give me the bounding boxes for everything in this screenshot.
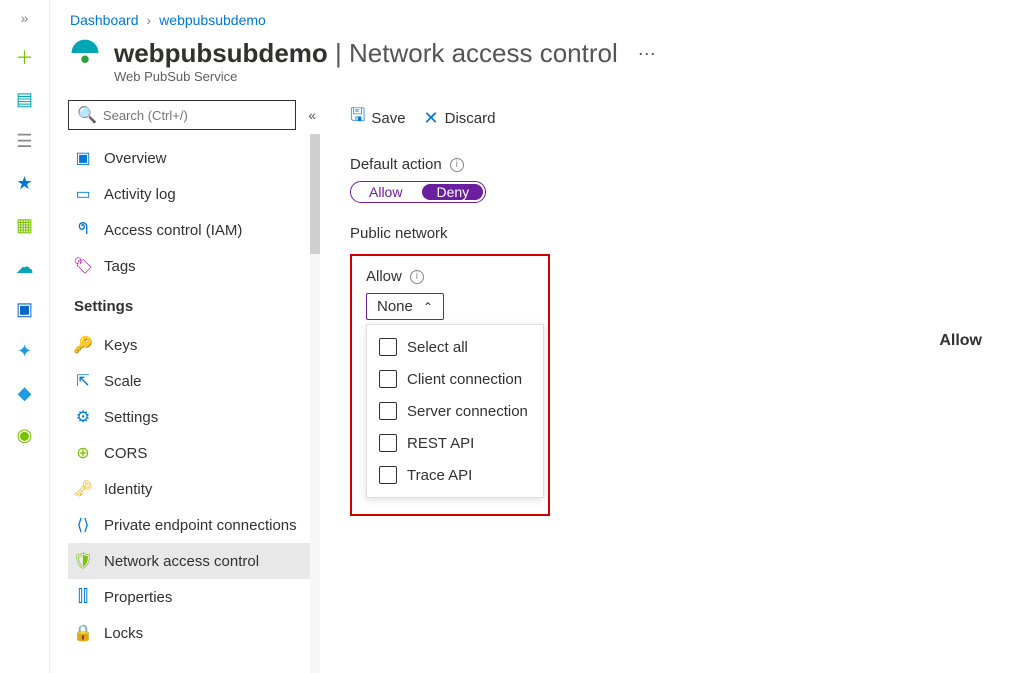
nav-properties[interactable]: ⫿⫿Properties xyxy=(68,579,320,615)
identity-icon: 🗝 xyxy=(74,480,92,498)
nav-scale[interactable]: ⇱Scale xyxy=(68,363,320,399)
key-icon: 🔑 xyxy=(74,336,92,354)
sidebar-search-input[interactable] xyxy=(103,108,287,123)
checkbox-icon[interactable] xyxy=(379,338,397,356)
option-client-connection[interactable]: Client connection xyxy=(367,363,543,395)
nav-identity[interactable]: 🗝Identity xyxy=(68,471,320,507)
resource-grid-icon[interactable]: ▦ xyxy=(14,214,36,236)
nav-settings[interactable]: ⚙Settings xyxy=(68,399,320,435)
toggle-allow[interactable]: Allow xyxy=(351,182,420,202)
cost-circle-icon[interactable]: ◉ xyxy=(14,424,36,446)
more-actions-icon[interactable]: ⋯ xyxy=(632,38,662,71)
default-action-label: Default action i xyxy=(350,156,982,173)
default-action-toggle[interactable]: Allow Deny xyxy=(350,181,486,203)
save-button[interactable]: 🖫 Save xyxy=(350,103,406,133)
nav-section-settings: Settings xyxy=(68,284,320,321)
checkbox-icon[interactable] xyxy=(379,434,397,452)
sidebar-scrollbar[interactable] xyxy=(310,134,320,673)
nav-overview[interactable]: ▣Overview xyxy=(68,140,320,176)
collapse-sidebar-icon[interactable]: « xyxy=(304,103,320,127)
global-nav-strip: » ＋ ▤ ☰ ★ ▦ ☁ ▣ ✦ ◆ ◉ xyxy=(0,0,50,673)
toggle-deny[interactable]: Deny xyxy=(422,184,483,200)
checkbox-icon[interactable] xyxy=(379,370,397,388)
dashboard-grid-icon[interactable]: ▤ xyxy=(14,88,36,110)
public-network-panel: Allow i None ⌃ Select all Client connect… xyxy=(350,254,550,516)
all-services-icon[interactable]: ☰ xyxy=(14,130,36,152)
option-trace-api[interactable]: Trace API xyxy=(367,459,543,491)
network-shield-icon: 🛡 xyxy=(74,552,92,570)
close-icon: ✕ xyxy=(424,108,439,129)
info-icon[interactable]: i xyxy=(450,158,464,172)
chevron-up-icon: ⌃ xyxy=(423,300,433,314)
chevron-right-icon: › xyxy=(147,12,152,28)
gear-icon: ⚙ xyxy=(74,408,92,426)
sidebar-search[interactable]: 🔍 xyxy=(68,100,296,130)
iam-icon: ᖗ xyxy=(74,221,92,239)
allow-dropdown-menu: Select all Client connection Server conn… xyxy=(366,324,544,498)
option-rest-api[interactable]: REST API xyxy=(367,427,543,459)
tag-icon: 🏷 xyxy=(74,257,92,275)
info-icon[interactable]: i xyxy=(410,270,424,284)
properties-icon: ⫿⫿ xyxy=(74,588,92,606)
column-header-allow: Allow xyxy=(939,332,982,350)
nav-private-endpoint[interactable]: ⟨⟩Private endpoint connections xyxy=(68,507,320,543)
option-server-connection[interactable]: Server connection xyxy=(367,395,543,427)
diamond-icon[interactable]: ◆ xyxy=(14,382,36,404)
cloud-icon[interactable]: ☁ xyxy=(14,256,36,278)
endpoint-icon: ⟨⟩ xyxy=(74,516,92,534)
nav-tags[interactable]: 🏷Tags xyxy=(68,248,320,284)
toolbar: 🖫 Save ✕ Discard xyxy=(350,100,982,136)
cors-icon: ⊕ xyxy=(74,444,92,462)
expand-nav-icon[interactable]: » xyxy=(21,10,29,26)
breadcrumb-resource[interactable]: webpubsubdemo xyxy=(159,12,266,28)
favorite-star-icon[interactable]: ★ xyxy=(14,172,36,194)
content-pane: 🖫 Save ✕ Discard Default action i Allow … xyxy=(320,94,1022,673)
resource-sidebar: 🔍 « ▣Overview ▭Activity log ᖗAccess cont… xyxy=(50,94,320,673)
checkbox-icon[interactable] xyxy=(379,466,397,484)
nav-network-access-control[interactable]: 🛡Network access control xyxy=(68,543,320,579)
nav-activity-log[interactable]: ▭Activity log xyxy=(68,176,320,212)
page-title: webpubsubdemo | Network access control xyxy=(114,38,618,69)
save-icon: 🖫 xyxy=(350,103,365,133)
resource-type-label: Web PubSub Service xyxy=(114,69,618,84)
nav-keys[interactable]: 🔑Keys xyxy=(68,327,320,363)
option-select-all[interactable]: Select all xyxy=(367,331,543,363)
public-network-heading: Public network xyxy=(350,225,982,242)
allow-dropdown-value: None xyxy=(377,298,413,315)
nav-locks[interactable]: 🔒Locks xyxy=(68,615,320,651)
breadcrumb-dashboard[interactable]: Dashboard xyxy=(70,12,139,28)
scale-icon: ⇱ xyxy=(74,372,92,390)
page-header: webpubsubdemo | Network access control W… xyxy=(50,36,1022,94)
discard-button[interactable]: ✕ Discard xyxy=(424,108,496,129)
sql-db-icon[interactable]: ▣ xyxy=(14,298,36,320)
checkbox-icon[interactable] xyxy=(379,402,397,420)
breadcrumb: Dashboard › webpubsubdemo xyxy=(50,0,1022,36)
nav-access-control[interactable]: ᖗAccess control (IAM) xyxy=(68,212,320,248)
webpubsub-resource-icon xyxy=(70,38,100,75)
nav-cors[interactable]: ⊕CORS xyxy=(68,435,320,471)
activity-log-icon: ▭ xyxy=(74,185,92,203)
create-resource-icon[interactable]: ＋ xyxy=(14,46,36,68)
allow-label: Allow i xyxy=(366,268,534,285)
allow-dropdown[interactable]: None ⌃ xyxy=(366,293,444,320)
orbit-icon[interactable]: ✦ xyxy=(14,340,36,362)
overview-icon: ▣ xyxy=(74,149,92,167)
search-icon: 🔍 xyxy=(77,105,97,125)
lock-icon: 🔒 xyxy=(74,624,92,642)
